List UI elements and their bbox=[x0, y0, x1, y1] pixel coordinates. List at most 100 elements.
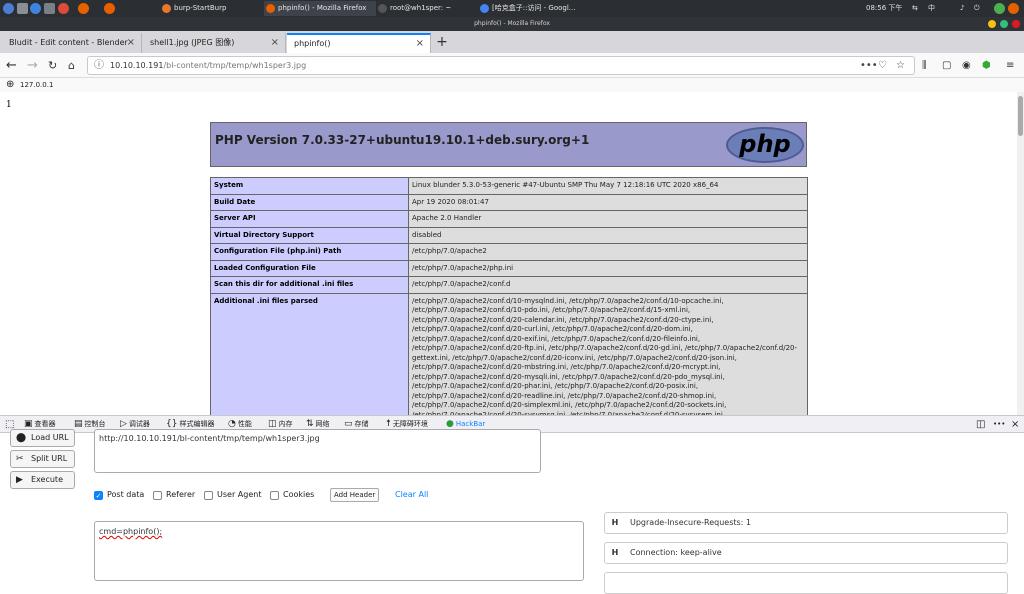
php-logo-text: php bbox=[739, 130, 791, 158]
table-row: Loaded Configuration File/etc/php/7.0/ap… bbox=[210, 259, 808, 277]
tab-shell1-jpg[interactable]: shell1.jpg (JPEG 图像) × bbox=[143, 33, 286, 53]
table-value: /etc/php/7.0/apache2/php.ini bbox=[408, 259, 808, 277]
devtools-tab-label: 网络 bbox=[315, 420, 330, 428]
devtools-tab-label: 性能 bbox=[237, 420, 252, 428]
user-agent-checkbox[interactable]: User Agent bbox=[204, 489, 261, 501]
table-row: Additional .ini files parsed/etc/php/7.0… bbox=[210, 292, 808, 415]
tab-label: phpinfo() bbox=[294, 39, 331, 48]
header-item[interactable]: H Upgrade-Insecure-Requests: 1 bbox=[604, 512, 1008, 534]
close-tab-icon[interactable]: × bbox=[416, 35, 424, 52]
table-value: /etc/php/7.0/apache2/conf.d/10-mysqlnd.i… bbox=[408, 292, 808, 415]
load-icon: ⬤ bbox=[16, 433, 27, 443]
close-devtools-icon[interactable]: × bbox=[1011, 416, 1019, 433]
checkbox-icon bbox=[204, 491, 213, 500]
devtools-more-button[interactable]: ••• bbox=[993, 416, 1005, 433]
clock[interactable]: 08:56 下午 bbox=[866, 0, 902, 17]
minimize-button[interactable] bbox=[988, 20, 996, 28]
hackbar-icon: ● bbox=[446, 419, 454, 429]
maximize-button[interactable] bbox=[1000, 20, 1008, 28]
pocket-icon[interactable]: ♡ bbox=[878, 57, 887, 74]
home-button[interactable]: ⌂ bbox=[68, 57, 75, 74]
table-key: System bbox=[210, 177, 409, 195]
tab-strip: Bludit - Edit content - Blender × shell1… bbox=[0, 31, 1024, 53]
site-info-icon[interactable]: ⓘ bbox=[94, 57, 104, 74]
bookmark-star-icon[interactable]: ☆ bbox=[896, 57, 905, 74]
close-window-button[interactable] bbox=[1012, 20, 1020, 28]
page-actions-button[interactable]: ••• bbox=[860, 57, 878, 74]
taskbar-item-label: root@wh1sper: ~ bbox=[390, 4, 452, 12]
tab-phpinfo[interactable]: phpinfo() × bbox=[287, 33, 431, 53]
library-icon[interactable]: ⫼ bbox=[922, 57, 927, 74]
debugger-icon: ▷ bbox=[120, 419, 127, 429]
post-data-textarea[interactable]: cmd=phpinfo(); bbox=[94, 521, 584, 581]
navigation-bar: ← → ↻ ⌂ ⓘ 10.10.10.191/bl-content/tmp/te… bbox=[0, 53, 1024, 78]
show-desktop-icon[interactable] bbox=[17, 3, 28, 14]
bookmark-item[interactable]: 127.0.0.1 bbox=[20, 81, 53, 89]
menu-icon[interactable]: ≡ bbox=[1006, 57, 1014, 74]
app-menu-icon[interactable] bbox=[3, 3, 14, 14]
new-tab-button[interactable]: + bbox=[434, 32, 450, 52]
table-row: Scan this dir for additional .ini files /… bbox=[210, 276, 808, 294]
tab-bludit[interactable]: Bludit - Edit content - Blender × bbox=[2, 33, 142, 53]
window-title: phpinfo() - Mozilla Firefox bbox=[474, 20, 550, 27]
browser-launcher-icon[interactable] bbox=[30, 3, 41, 14]
table-row: Configuration File (php.ini) Path/etc/ph… bbox=[210, 243, 808, 261]
table-row: System Linux blunder 5.3.0-53-generic #47… bbox=[210, 177, 808, 195]
table-row: Virtual Directory Support disabled bbox=[210, 226, 808, 244]
referer-checkbox[interactable]: Referer bbox=[153, 489, 195, 501]
table-value: Linux blunder 5.3.0-53-generic #47-Ubunt… bbox=[408, 177, 808, 195]
php-logo: php bbox=[726, 127, 804, 163]
notification-bell-icon[interactable]: ♪ bbox=[960, 0, 964, 17]
power-icon[interactable]: ⏻ bbox=[974, 0, 980, 17]
split-url-button[interactable]: ✂ Split URL bbox=[10, 450, 75, 468]
play-icon: ▶ bbox=[16, 475, 23, 485]
account-icon[interactable]: ◉ bbox=[962, 57, 971, 74]
url-textarea[interactable]: http://10.10.10.191/bl-content/tmp/temp/… bbox=[94, 429, 541, 473]
taskbar-item-label: phpinfo() - Mozilla Firefox bbox=[278, 4, 367, 12]
devtools-tab-label: 样式编辑器 bbox=[179, 420, 215, 428]
tray-app-icon[interactable] bbox=[994, 3, 1005, 14]
page-scrollbar[interactable] bbox=[1017, 92, 1024, 415]
post-data-value: cmd=phpinfo(); bbox=[99, 527, 163, 536]
header-item[interactable] bbox=[604, 572, 1008, 594]
table-row: Server API Apache 2.0 Handler bbox=[210, 210, 808, 228]
chrome-launcher-icon[interactable] bbox=[58, 3, 69, 14]
table-key: Build Date bbox=[210, 193, 409, 211]
close-tab-icon[interactable]: × bbox=[271, 33, 279, 53]
taskbar-item-terminal[interactable]: root@wh1sper: ~ bbox=[376, 1, 476, 16]
load-url-button[interactable]: ⬤ Load URL bbox=[10, 429, 75, 447]
memory-icon: ◫ bbox=[268, 419, 277, 429]
table-value: /etc/php/7.0/apache2 bbox=[408, 243, 808, 261]
execute-button[interactable]: ▶ Execute bbox=[10, 471, 75, 489]
sidebar-icon[interactable]: ▢ bbox=[942, 57, 951, 74]
devtools-tab-label: 无障碍环境 bbox=[392, 420, 428, 428]
taskbar-item-firefox[interactable]: phpinfo() - Mozilla Firefox bbox=[264, 1, 376, 16]
taskbar-item-burp[interactable]: burp-StartBurp bbox=[160, 1, 260, 16]
firefox-icon bbox=[266, 4, 275, 13]
php-version-title: PHP Version 7.0.33-27+ubuntu19.10.1+deb.… bbox=[215, 133, 590, 147]
extension-icon[interactable]: ⬢ bbox=[982, 57, 991, 74]
clear-all-link[interactable]: Clear All bbox=[395, 488, 428, 502]
tray-avatar-icon[interactable] bbox=[1008, 3, 1019, 14]
taskbar-item-chrome[interactable]: [哈克盒子::访问 - Googl... bbox=[478, 1, 588, 16]
reload-button[interactable]: ↻ bbox=[48, 57, 57, 74]
scrollbar-thumb[interactable] bbox=[1018, 96, 1023, 136]
devtools-tab-label: 存储 bbox=[354, 420, 369, 428]
add-header-button[interactable]: Add Header bbox=[330, 488, 380, 502]
cookies-checkbox[interactable]: Cookies bbox=[270, 489, 314, 501]
table-key: Configuration File (php.ini) Path bbox=[210, 243, 409, 261]
input-method-indicator[interactable]: 中 bbox=[928, 0, 935, 17]
firefox-launcher-icon[interactable] bbox=[78, 3, 89, 14]
post-data-checkbox[interactable]: ✓ Post data bbox=[94, 489, 144, 501]
network-icon: ⇅ bbox=[306, 419, 314, 429]
accessibility-icon: ☨ bbox=[386, 419, 391, 429]
url-bar[interactable]: ⓘ 10.10.10.191/bl-content/tmp/temp/wh1sp… bbox=[87, 56, 915, 75]
close-tab-icon[interactable]: × bbox=[127, 33, 135, 53]
header-item[interactable]: H Connection: keep-alive bbox=[604, 542, 1008, 564]
terminal-launcher-icon[interactable] bbox=[104, 3, 115, 14]
back-button[interactable]: ← bbox=[6, 57, 17, 74]
settings-launcher-icon[interactable] bbox=[44, 3, 55, 14]
forward-button[interactable]: → bbox=[27, 57, 38, 74]
network-icon[interactable]: ⇆ bbox=[912, 0, 918, 17]
dock-side-icon[interactable]: ◫ bbox=[976, 416, 985, 433]
